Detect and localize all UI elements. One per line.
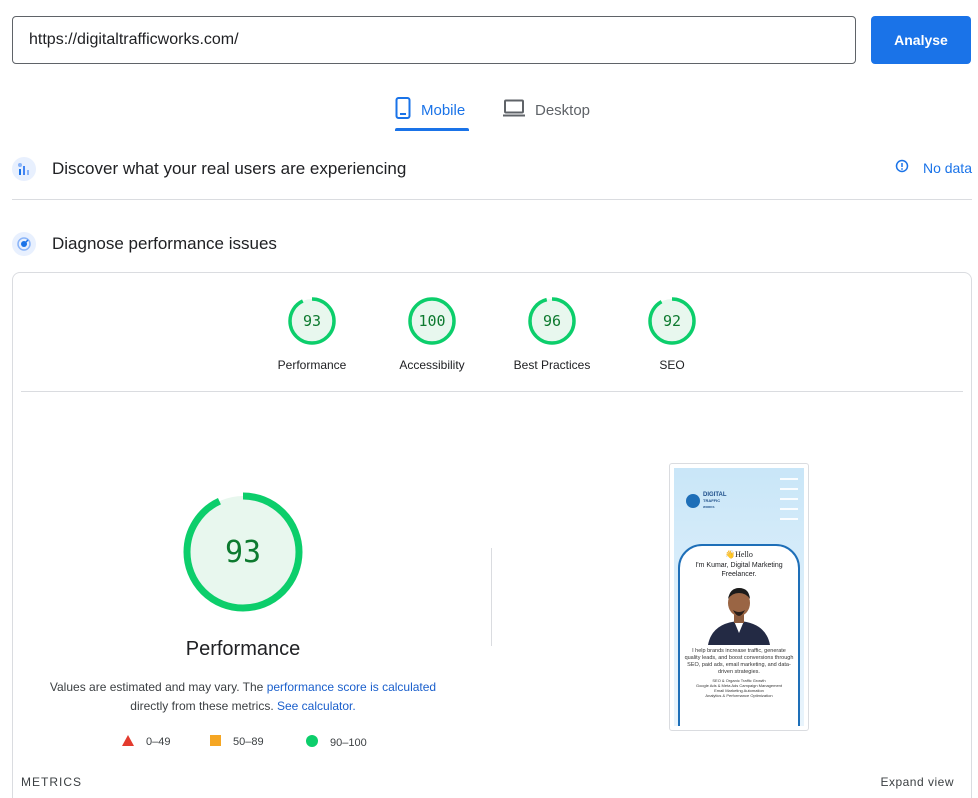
active-tab-indicator [395,128,469,131]
mobile-icon [395,97,411,123]
device-tabs: Mobile Desktop [0,90,978,132]
vertical-divider [491,548,492,646]
service-list: SEO & Organic Traffic Growth Google Ads … [680,678,798,698]
lab-data-title: Diagnose performance issues [52,234,277,253]
metrics-heading: METRICS [21,775,82,789]
expand-view-toggle[interactable]: Expand view [880,775,954,789]
tab-mobile[interactable]: Mobile [395,90,465,130]
page-screenshot[interactable]: DIGITAL TRAFFIC WORKS 👋Hello I'm Kumar, … [669,463,809,731]
category-label: Best Practices [513,358,591,372]
hero-body: I help brands increase traffic, generate… [684,648,794,675]
users-chart-icon [12,157,36,181]
legend-average: 50–89 [210,735,264,749]
no-data-status[interactable]: No data [895,159,972,176]
legend-range: 50–89 [233,736,264,748]
legend-fail: 0–49 [122,735,170,749]
logo-line-3: WORKS [703,505,715,509]
diagnose-icon [12,232,36,256]
legend-pass: 90–100 [306,735,367,750]
category-label: Performance [277,358,347,372]
hero-card: 👋Hello I'm Kumar, Digital Marketing Free… [678,544,800,726]
gauges-divider [21,391,963,392]
circle-icon [306,735,318,750]
score-calculated-link[interactable]: performance score is calculated [267,680,436,694]
category-gauge-performance[interactable]: 93 Performance [252,296,372,372]
tab-desktop[interactable]: Desktop [503,90,590,130]
logo-line-2: TRAFFIC [703,498,721,503]
category-label: Accessibility [399,358,465,372]
desktop-icon [503,99,525,121]
profile-photo [706,583,772,645]
category-gauge-best-practices[interactable]: 96 Best Practices [492,296,612,372]
logo-mark-icon [686,494,700,508]
section-divider [12,199,972,200]
score-ring: 92 [647,296,697,346]
no-data-label: No data [922,159,972,176]
hero-hello: 👋Hello [725,550,753,559]
category-gauge-seo[interactable]: 92 SEO [612,296,732,372]
screenshot-content: DIGITAL TRAFFIC WORKS 👋Hello I'm Kumar, … [674,468,804,726]
field-data-header: Discover what your real users are experi… [12,151,972,187]
tab-mobile-label: Mobile [421,101,466,119]
score-value: 93 [302,312,322,330]
hero-heading: I'm Kumar, Digital Marketing Freelancer. [695,562,783,578]
desc-text-1: Values are estimated and may vary. The [49,680,264,694]
performance-title: Performance [185,638,301,660]
analyse-button[interactable]: Analyse [871,16,971,64]
score-ring: 96 [527,296,577,346]
score-value: 96 [542,312,562,330]
score-value: 92 [662,312,682,330]
performance-gauge: 93 [183,492,303,612]
square-icon [210,735,221,749]
site-logo: DIGITAL TRAFFIC WORKS [686,492,727,510]
legend-range: 0–49 [146,736,171,748]
lab-data-header: Diagnose performance issues [12,226,972,262]
info-icon [895,159,909,176]
url-input[interactable] [12,16,856,64]
performance-score: 93 [224,534,262,570]
category-gauge-accessibility[interactable]: 100 Accessibility [372,296,492,372]
legend-range: 90–100 [330,736,367,749]
performance-description: Values are estimated and may vary. The p… [40,678,446,716]
score-ring: 93 [287,296,337,346]
site-menu-icon [780,478,798,528]
desc-text-2: directly from these metrics. [130,699,274,713]
score-value: 100 [418,312,446,330]
service-item: Analytics & Performance Optimization [705,693,773,698]
logo-text: DIGITAL TRAFFIC WORKS [703,492,727,510]
see-calculator-link[interactable]: See calculator. [277,699,356,713]
tab-desktop-label: Desktop [535,101,591,119]
triangle-icon [122,735,134,749]
score-ring: 100 [407,296,457,346]
field-data-title: Discover what your real users are experi… [52,159,407,178]
category-label: SEO [659,358,685,372]
